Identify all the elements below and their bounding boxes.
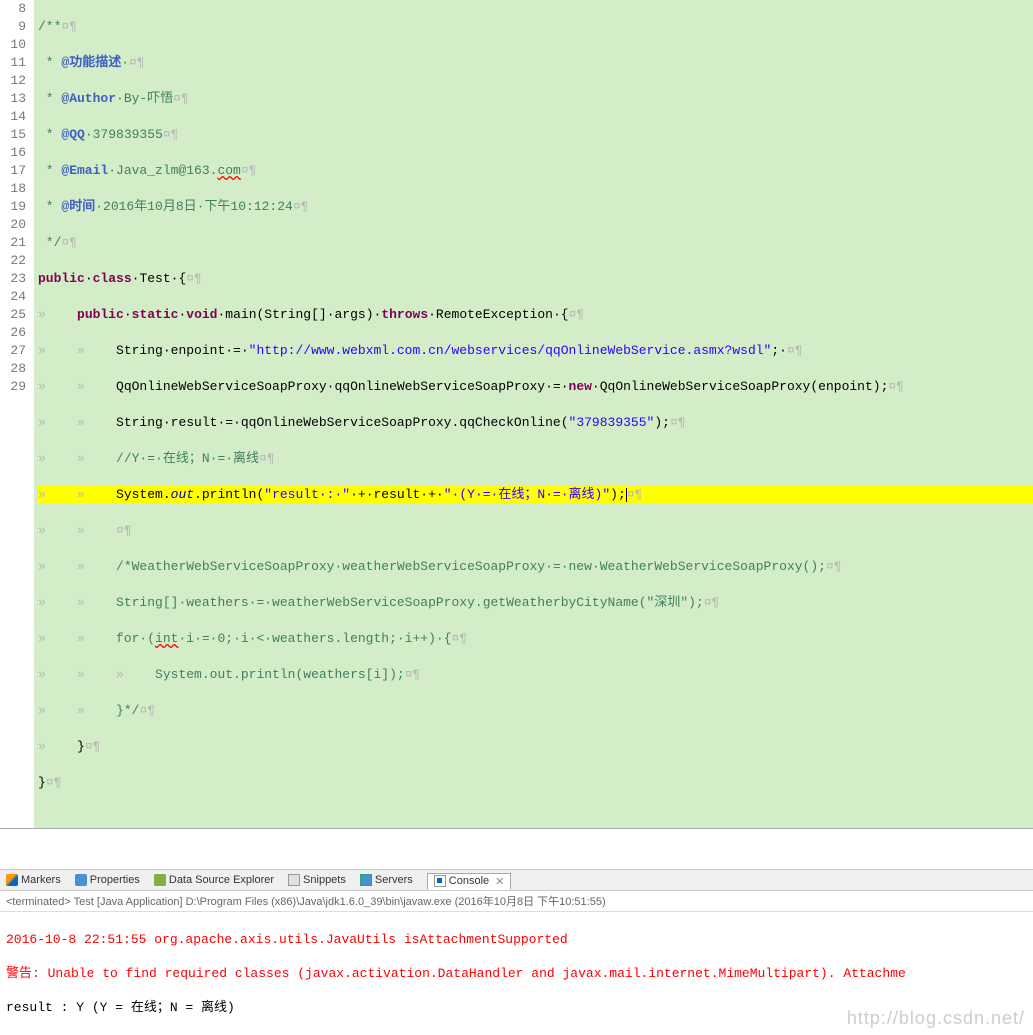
- line-number: 25: [8, 306, 26, 324]
- tab-servers[interactable]: Servers: [360, 874, 413, 886]
- code-line: » » String·enpoint·=·"http://www.webxml.…: [38, 342, 1033, 360]
- close-icon[interactable]: ✕: [495, 875, 504, 888]
- code-area[interactable]: /**¤¶ * @功能描述·¤¶ * @Author·By-吓悟¤¶ * @QQ…: [34, 0, 1033, 828]
- console-icon: [434, 875, 446, 887]
- tab-label: Properties: [90, 874, 140, 886]
- line-number: 17: [8, 162, 26, 180]
- code-line: * @功能描述·¤¶: [38, 54, 1033, 72]
- tab-properties[interactable]: Properties: [75, 874, 140, 886]
- code-line: » » ¤¶: [38, 522, 1033, 540]
- line-number: 11: [8, 54, 26, 72]
- tab-data-source-explorer[interactable]: Data Source Explorer: [154, 874, 274, 886]
- markers-icon: [6, 874, 18, 886]
- code-editor[interactable]: 8 9 10 11 12 13 14 15 16 17 18 19 20 21 …: [0, 0, 1033, 829]
- line-number: 22: [8, 252, 26, 270]
- code-line: » » //Y·=·在线；N·=·离线¤¶: [38, 450, 1033, 468]
- line-number: 26: [8, 324, 26, 342]
- code-line: » » QqOnlineWebServiceSoapProxy·qqOnline…: [38, 378, 1033, 396]
- code-line: » » }*/¤¶: [38, 702, 1033, 720]
- line-number: 15: [8, 126, 26, 144]
- line-number: 24: [8, 288, 26, 306]
- console-output[interactable]: 2016-10-8 22:51:55 org.apache.axis.utils…: [0, 912, 1033, 1035]
- code-line: » » String·result·=·qqOnlineWebServiceSo…: [38, 414, 1033, 432]
- console-line: 警告: Unable to find required classes (jav…: [6, 965, 1027, 982]
- line-number-gutter: 8 9 10 11 12 13 14 15 16 17 18 19 20 21 …: [0, 0, 34, 828]
- line-number: 14: [8, 108, 26, 126]
- tab-console[interactable]: Console ✕: [427, 873, 512, 890]
- code-line: * @时间·2016年10月8日·下午10:12:24¤¶: [38, 198, 1033, 216]
- line-number: 19: [8, 198, 26, 216]
- editor-spacer: [0, 829, 1033, 869]
- properties-icon: [75, 874, 87, 886]
- code-line: » » for·(int·i·=·0;·i·<·weathers.length;…: [38, 630, 1033, 648]
- tab-label: Markers: [21, 874, 61, 886]
- code-line: * @QQ·379839355¤¶: [38, 126, 1033, 144]
- code-line: » » String[]·weathers·=·weatherWebServic…: [38, 594, 1033, 612]
- line-number: 27: [8, 342, 26, 360]
- code-line: » » » System.out.println(weathers[i]);¤¶: [38, 666, 1033, 684]
- line-number: 9: [8, 18, 26, 36]
- console-status: <terminated> Test [Java Application] D:\…: [0, 891, 1033, 912]
- code-line: * @Email·Java_zlm@163.com¤¶: [38, 162, 1033, 180]
- line-number: 13: [8, 90, 26, 108]
- snippets-icon: [288, 874, 300, 886]
- tab-snippets[interactable]: Snippets: [288, 874, 346, 886]
- code-line: » » /*WeatherWebServiceSoapProxy·weather…: [38, 558, 1033, 576]
- tab-markers[interactable]: Markers: [6, 874, 61, 886]
- bottom-tabs: Markers Properties Data Source Explorer …: [0, 869, 1033, 891]
- line-number: 21: [8, 234, 26, 252]
- code-line: */¤¶: [38, 234, 1033, 252]
- data-source-icon: [154, 874, 166, 886]
- code-line: » }¤¶: [38, 738, 1033, 756]
- line-number: 10: [8, 36, 26, 54]
- tab-label: Snippets: [303, 874, 346, 886]
- code-line: }¤¶: [38, 774, 1033, 792]
- line-number: 29: [8, 378, 26, 396]
- line-number: 20: [8, 216, 26, 234]
- tab-label: Servers: [375, 874, 413, 886]
- tab-label: Data Source Explorer: [169, 874, 274, 886]
- code-line: public·class·Test·{¤¶: [38, 270, 1033, 288]
- console-line: result : Y (Y = 在线；N = 离线): [6, 999, 1027, 1016]
- tab-label: Console: [449, 875, 489, 887]
- line-number: 12: [8, 72, 26, 90]
- servers-icon: [360, 874, 372, 886]
- line-number: 18: [8, 180, 26, 198]
- code-line: * @Author·By-吓悟¤¶: [38, 90, 1033, 108]
- code-line: /**¤¶: [38, 18, 1033, 36]
- line-number: 28: [8, 360, 26, 378]
- line-number: 16: [8, 144, 26, 162]
- console-line: 2016-10-8 22:51:55 org.apache.axis.utils…: [6, 931, 1027, 948]
- line-number: 23: [8, 270, 26, 288]
- code-line: » public·static·void·main(String[]·args)…: [38, 306, 1033, 324]
- code-line-highlighted: » » System.out.println("result·:·"·+·res…: [38, 486, 1033, 504]
- line-number: 8: [8, 0, 26, 18]
